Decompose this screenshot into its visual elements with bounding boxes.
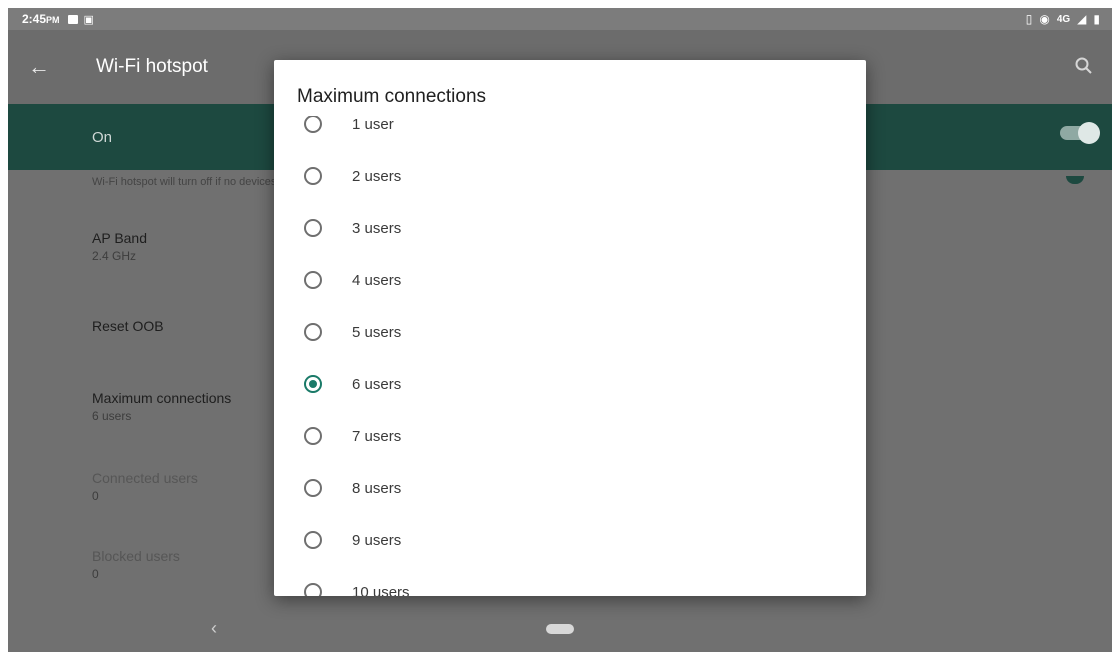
signal-icon: ◢ xyxy=(1077,12,1087,26)
option-label: 10 users xyxy=(352,583,410,597)
setting-title: Connected users xyxy=(92,470,198,486)
switch-label: On xyxy=(92,128,113,146)
setting-title: Reset OOB xyxy=(92,318,164,334)
system-icons: ▯ ◉ 4G ◢ ▮ xyxy=(1026,8,1100,30)
setting-summary: 2.4 GHz xyxy=(92,249,137,263)
notification-icons: ▣ xyxy=(67,13,94,26)
setting-connected-users[interactable]: Connected users 0 xyxy=(92,470,198,503)
status-time-ampm: PM xyxy=(46,15,60,25)
nav-home-pill-icon[interactable] xyxy=(546,624,574,634)
setting-maximum-connections[interactable]: Maximum connections 6 users xyxy=(92,390,231,423)
option-4-users[interactable]: 4 users xyxy=(274,254,866,306)
setting-ap-band[interactable]: AP Band 2.4 GHz xyxy=(92,230,147,263)
nav-back-icon[interactable]: ‹ xyxy=(211,618,217,639)
option-label: 5 users xyxy=(352,323,402,341)
radio-button[interactable] xyxy=(304,479,322,497)
options-list[interactable]: 1 user 2 users 3 users 4 users 5 users 6… xyxy=(274,116,866,596)
option-label: 8 users xyxy=(352,479,402,497)
radio-button-selected[interactable] xyxy=(304,375,322,393)
option-7-users[interactable]: 7 users xyxy=(274,410,866,462)
option-5-users[interactable]: 5 users xyxy=(274,306,866,358)
auto-off-toggle[interactable] xyxy=(1066,176,1084,184)
option-label: 3 users xyxy=(352,219,402,237)
setting-blocked-users[interactable]: Blocked users 0 xyxy=(92,548,180,581)
search-icon[interactable] xyxy=(1074,56,1094,76)
option-label: 6 users xyxy=(352,375,402,393)
setting-summary: 0 xyxy=(92,489,99,503)
maximum-connections-dialog: Maximum connections 1 user 2 users 3 use… xyxy=(274,60,866,596)
option-2-users[interactable]: 2 users xyxy=(274,150,866,202)
radio-button[interactable] xyxy=(304,583,322,596)
option-label: 2 users xyxy=(352,167,402,185)
option-label: 7 users xyxy=(352,427,402,445)
option-3-users[interactable]: 3 users xyxy=(274,202,866,254)
navigation-bar: ‹ xyxy=(8,604,1112,652)
option-6-users[interactable]: 6 users xyxy=(274,358,866,410)
dialog-title: Maximum connections xyxy=(297,86,487,107)
radio-button[interactable] xyxy=(304,116,322,133)
status-time-value: 2:45 xyxy=(22,12,47,26)
radio-button[interactable] xyxy=(304,531,322,549)
setting-title: Maximum connections xyxy=(92,390,232,406)
notification-icon xyxy=(67,14,78,24)
status-time: 2:45PM xyxy=(22,12,60,26)
radio-button[interactable] xyxy=(304,323,322,341)
hotspot-toggle[interactable] xyxy=(1060,122,1100,144)
setting-summary: 0 xyxy=(92,567,99,581)
radio-button[interactable] xyxy=(304,427,322,445)
battery-icon: ▮ xyxy=(1093,12,1100,26)
page-title: Wi-Fi hotspot xyxy=(96,56,208,77)
option-label: 4 users xyxy=(352,271,402,289)
setting-reset-oob[interactable]: Reset OOB xyxy=(92,318,164,334)
option-1-user[interactable]: 1 user xyxy=(274,116,866,150)
option-label: 9 users xyxy=(352,531,402,549)
radio-button[interactable] xyxy=(304,219,322,237)
vibrate-icon: ▯ xyxy=(1025,12,1033,26)
device-screen: 2:45PM ▣ ▯ ◉ 4G ◢ ▮ ← Wi-Fi hotspot On W… xyxy=(8,8,1112,652)
screenshot-icon: ▣ xyxy=(83,13,94,26)
option-label: 1 user xyxy=(352,116,394,133)
status-bar: 2:45PM ▣ ▯ ◉ 4G ◢ ▮ xyxy=(8,8,1112,30)
option-8-users[interactable]: 8 users xyxy=(274,462,866,514)
option-10-users[interactable]: 10 users xyxy=(274,566,866,596)
radio-button[interactable] xyxy=(304,167,322,185)
network-type: 4G xyxy=(1056,13,1071,25)
setting-title: AP Band xyxy=(92,230,148,246)
option-9-users[interactable]: 9 users xyxy=(274,514,866,566)
setting-summary: 6 users xyxy=(92,409,132,423)
hotspot-icon: ◉ xyxy=(1039,12,1050,26)
arrow-left-icon[interactable]: ← xyxy=(8,54,70,80)
radio-button[interactable] xyxy=(304,271,322,289)
setting-title: Blocked users xyxy=(92,548,180,564)
